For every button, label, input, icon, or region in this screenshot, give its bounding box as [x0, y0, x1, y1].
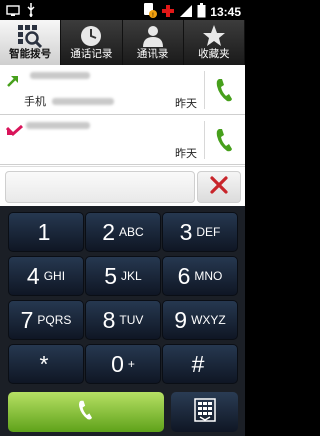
call-button[interactable]	[8, 392, 164, 432]
key-9[interactable]: 9 WXYZ	[162, 300, 238, 340]
sim-warning-icon: !	[143, 2, 158, 22]
call-log-row[interactable]: 手机 昨天	[0, 65, 245, 115]
key-5[interactable]: 5 JKL	[85, 256, 161, 296]
tab-smart-dial[interactable]: 智能拨号	[0, 20, 62, 65]
key-8[interactable]: 8 TUV	[85, 300, 161, 340]
dialpad-search-icon	[17, 24, 43, 51]
delete-button[interactable]	[197, 171, 241, 203]
clock-icon	[79, 24, 103, 51]
keypad-toggle-icon	[193, 398, 216, 426]
dialpad-menu-button[interactable]	[171, 392, 238, 432]
outgoing-call-icon	[6, 73, 20, 92]
key-7[interactable]: 7 PQRS	[8, 300, 84, 340]
tab-contacts[interactable]: 通讯录	[123, 20, 184, 65]
dial-input-bar	[0, 166, 245, 206]
dial-number-input[interactable]	[5, 171, 195, 203]
call-date: 昨天	[175, 97, 197, 110]
phone-call-icon[interactable]	[215, 77, 235, 107]
usb-icon	[26, 2, 36, 21]
phone-icon	[76, 399, 96, 425]
key-star[interactable]: *	[8, 344, 84, 384]
tab-call-log[interactable]: 通话记录	[61, 20, 123, 65]
signal-icon	[179, 3, 193, 22]
missed-call-icon	[5, 123, 24, 142]
number-type-label: 手机	[24, 95, 46, 108]
key-1[interactable]: 1	[8, 212, 84, 252]
phone-call-icon[interactable]	[215, 127, 235, 157]
call-date: 昨天	[175, 147, 197, 160]
divider	[204, 121, 205, 159]
battery-icon	[197, 2, 206, 22]
tab-bar: 智能拨号 通话记录 通讯录 收藏夹	[0, 20, 245, 65]
tab-favorites[interactable]: 收藏夹	[184, 20, 245, 65]
key-hash[interactable]: #	[162, 344, 238, 384]
call-log-list: 手机 昨天 昨天	[0, 65, 245, 166]
contact-name-redacted	[30, 72, 90, 79]
cross-icon	[161, 3, 175, 22]
divider	[204, 71, 205, 109]
key-4[interactable]: 4 GHI	[8, 256, 84, 296]
monitor-icon	[6, 2, 20, 21]
dialpad: 1 2 ABC 3 DEF 4 GHI 5 JKL 6 MNO 7 PQRS 8 TUV 9W…	[0, 206, 245, 436]
star-icon	[202, 24, 226, 51]
phone-number-line: 手机	[24, 93, 114, 109]
close-icon	[209, 175, 229, 199]
status-bar: ! 13:45	[0, 0, 245, 20]
clock-time: 13:45	[210, 5, 241, 19]
call-log-row[interactable]: 昨天	[0, 115, 245, 165]
person-icon	[141, 24, 165, 51]
phone-number-redacted	[26, 122, 90, 129]
key-0[interactable]: 0 +	[85, 344, 161, 384]
phone-number-redacted	[52, 97, 114, 105]
key-2[interactable]: 2 ABC	[85, 212, 161, 252]
key-3[interactable]: 3 DEF	[162, 212, 238, 252]
key-6[interactable]: 6 MNO	[162, 256, 238, 296]
